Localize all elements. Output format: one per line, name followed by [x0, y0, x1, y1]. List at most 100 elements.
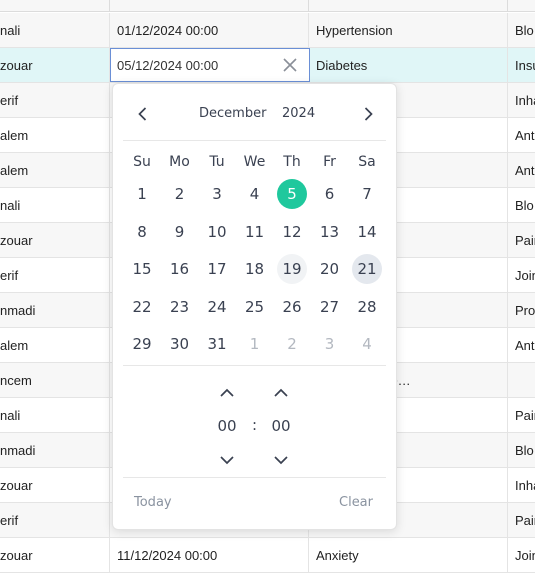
medication-cell[interactable]: Inha [515, 83, 535, 118]
calendar-day[interactable]: 31 [202, 329, 232, 359]
cell-divider [507, 83, 508, 118]
column-divider[interactable] [308, 0, 309, 12]
patient-name-cell[interactable]: nali [0, 398, 108, 433]
calendar-day[interactable]: 29 [127, 329, 157, 359]
calendar-day[interactable]: 3 [202, 179, 232, 209]
calendar-day[interactable]: 2 [277, 329, 307, 359]
calendar-day[interactable]: 14 [352, 217, 382, 247]
condition-cell[interactable]: Anxiety [316, 538, 506, 573]
chevron-up-icon[interactable] [271, 385, 291, 401]
chevron-left-icon[interactable] [133, 104, 153, 124]
calendar-day[interactable]: 30 [165, 329, 195, 359]
date-editor[interactable] [110, 48, 310, 82]
today-button[interactable]: Today [134, 495, 172, 510]
medication-cell[interactable]: Ant [515, 118, 535, 153]
calendar-day[interactable]: 2 [165, 179, 195, 209]
today-day[interactable]: 21 [352, 254, 382, 284]
medication-cell[interactable]: Ant [515, 328, 535, 363]
selected-day[interactable]: 5 [277, 179, 307, 209]
close-icon[interactable] [281, 56, 299, 74]
patient-name-cell[interactable]: zouar [0, 468, 108, 503]
calendar-day[interactable]: 6 [315, 179, 345, 209]
calendar-day[interactable]: 18 [240, 254, 270, 284]
calendar-day[interactable]: 1 [240, 329, 270, 359]
chevron-down-icon[interactable] [271, 452, 291, 468]
patient-name-cell[interactable]: zouar [0, 48, 108, 83]
clear-button[interactable]: Clear [339, 495, 373, 510]
medication-cell[interactable]: Blo [515, 188, 535, 223]
date-cell[interactable]: 11/12/2024 00:00 [117, 538, 307, 573]
calendar-day[interactable]: 26 [277, 292, 307, 322]
chevron-right-icon[interactable] [358, 104, 378, 124]
calendar-day[interactable]: 4 [240, 179, 270, 209]
table-row[interactable]: zouar 11/12/2024 00:00 Anxiety Join [0, 538, 535, 573]
medication-cell[interactable] [515, 363, 535, 398]
calendar-day[interactable]: 25 [240, 292, 270, 322]
patient-name-cell[interactable]: zouar [0, 538, 108, 573]
patient-name-cell[interactable]: alem [0, 153, 108, 188]
medication-cell[interactable]: Pair [515, 503, 535, 538]
medication-cell[interactable]: Pair [515, 223, 535, 258]
patient-name-cell[interactable]: alem [0, 118, 108, 153]
medication-cell[interactable]: Insu [515, 48, 535, 83]
patient-name-cell[interactable]: nali [0, 13, 108, 48]
year-selector[interactable]: 2024 [282, 106, 315, 121]
divider [123, 365, 386, 366]
cell-divider [308, 13, 309, 48]
calendar-day[interactable]: 10 [202, 217, 232, 247]
calendar-day[interactable]: 9 [165, 217, 195, 247]
table-row[interactable]: nali 01/12/2024 00:00 Hypertension Blo [0, 13, 535, 48]
patient-name-cell[interactable]: erif [0, 258, 108, 293]
patient-name-cell[interactable]: erif [0, 83, 108, 118]
cell-divider [109, 328, 110, 363]
calendar-day[interactable]: 16 [165, 254, 195, 284]
calendar-day[interactable]: 1 [127, 179, 157, 209]
medication-cell[interactable]: Inha [515, 468, 535, 503]
date-input[interactable] [111, 49, 279, 81]
medication-cell[interactable]: Pair [515, 398, 535, 433]
calendar-day[interactable]: 13 [315, 217, 345, 247]
calendar-day[interactable]: 20 [315, 254, 345, 284]
calendar-day[interactable]: 24 [202, 292, 232, 322]
medication-cell[interactable]: Join [515, 258, 535, 293]
cell-divider [109, 538, 110, 573]
calendar-day[interactable]: 27 [315, 292, 345, 322]
calendar-day[interactable]: 19 [277, 254, 307, 284]
minutes-value[interactable]: 00 [261, 417, 301, 435]
medication-cell[interactable]: Ant [515, 153, 535, 188]
medication-cell[interactable]: Blo [515, 433, 535, 468]
calendar-day[interactable]: 7 [352, 179, 382, 209]
patient-name-cell[interactable]: nmadi [0, 433, 108, 468]
medication-cell[interactable]: Blo [515, 13, 535, 48]
medication-cell[interactable]: Pro [515, 293, 535, 328]
patient-name-cell[interactable]: alem [0, 328, 108, 363]
date-cell[interactable]: 01/12/2024 00:00 [117, 13, 307, 48]
calendar-day[interactable]: 11 [240, 217, 270, 247]
calendar-day[interactable]: 8 [127, 217, 157, 247]
chevron-down-icon[interactable] [217, 452, 237, 468]
hours-value[interactable]: 00 [207, 417, 247, 435]
column-divider[interactable] [507, 0, 508, 12]
calendar-day[interactable]: 15 [127, 254, 157, 284]
cell-divider [109, 433, 110, 468]
condition-cell[interactable]: Diabetes [316, 48, 506, 83]
column-divider[interactable] [109, 0, 110, 12]
calendar-day[interactable]: 3 [315, 329, 345, 359]
calendar-day[interactable]: 22 [127, 292, 157, 322]
condition-cell[interactable]: Hypertension [316, 13, 506, 48]
cell-divider [507, 258, 508, 293]
patient-name-cell[interactable]: ncem [0, 363, 108, 398]
chevron-up-icon[interactable] [217, 385, 237, 401]
cell-divider [109, 188, 110, 223]
patient-name-cell[interactable]: zouar [0, 223, 108, 258]
calendar-day[interactable]: 17 [202, 254, 232, 284]
patient-name-cell[interactable]: nmadi [0, 293, 108, 328]
medication-cell[interactable]: Join [515, 538, 535, 573]
patient-name-cell[interactable]: erif [0, 503, 108, 538]
month-selector[interactable]: December [199, 106, 266, 121]
calendar-day[interactable]: 28 [352, 292, 382, 322]
calendar-day[interactable]: 23 [165, 292, 195, 322]
patient-name-cell[interactable]: nali [0, 188, 108, 223]
calendar-day[interactable]: 12 [277, 217, 307, 247]
calendar-day[interactable]: 4 [352, 329, 382, 359]
